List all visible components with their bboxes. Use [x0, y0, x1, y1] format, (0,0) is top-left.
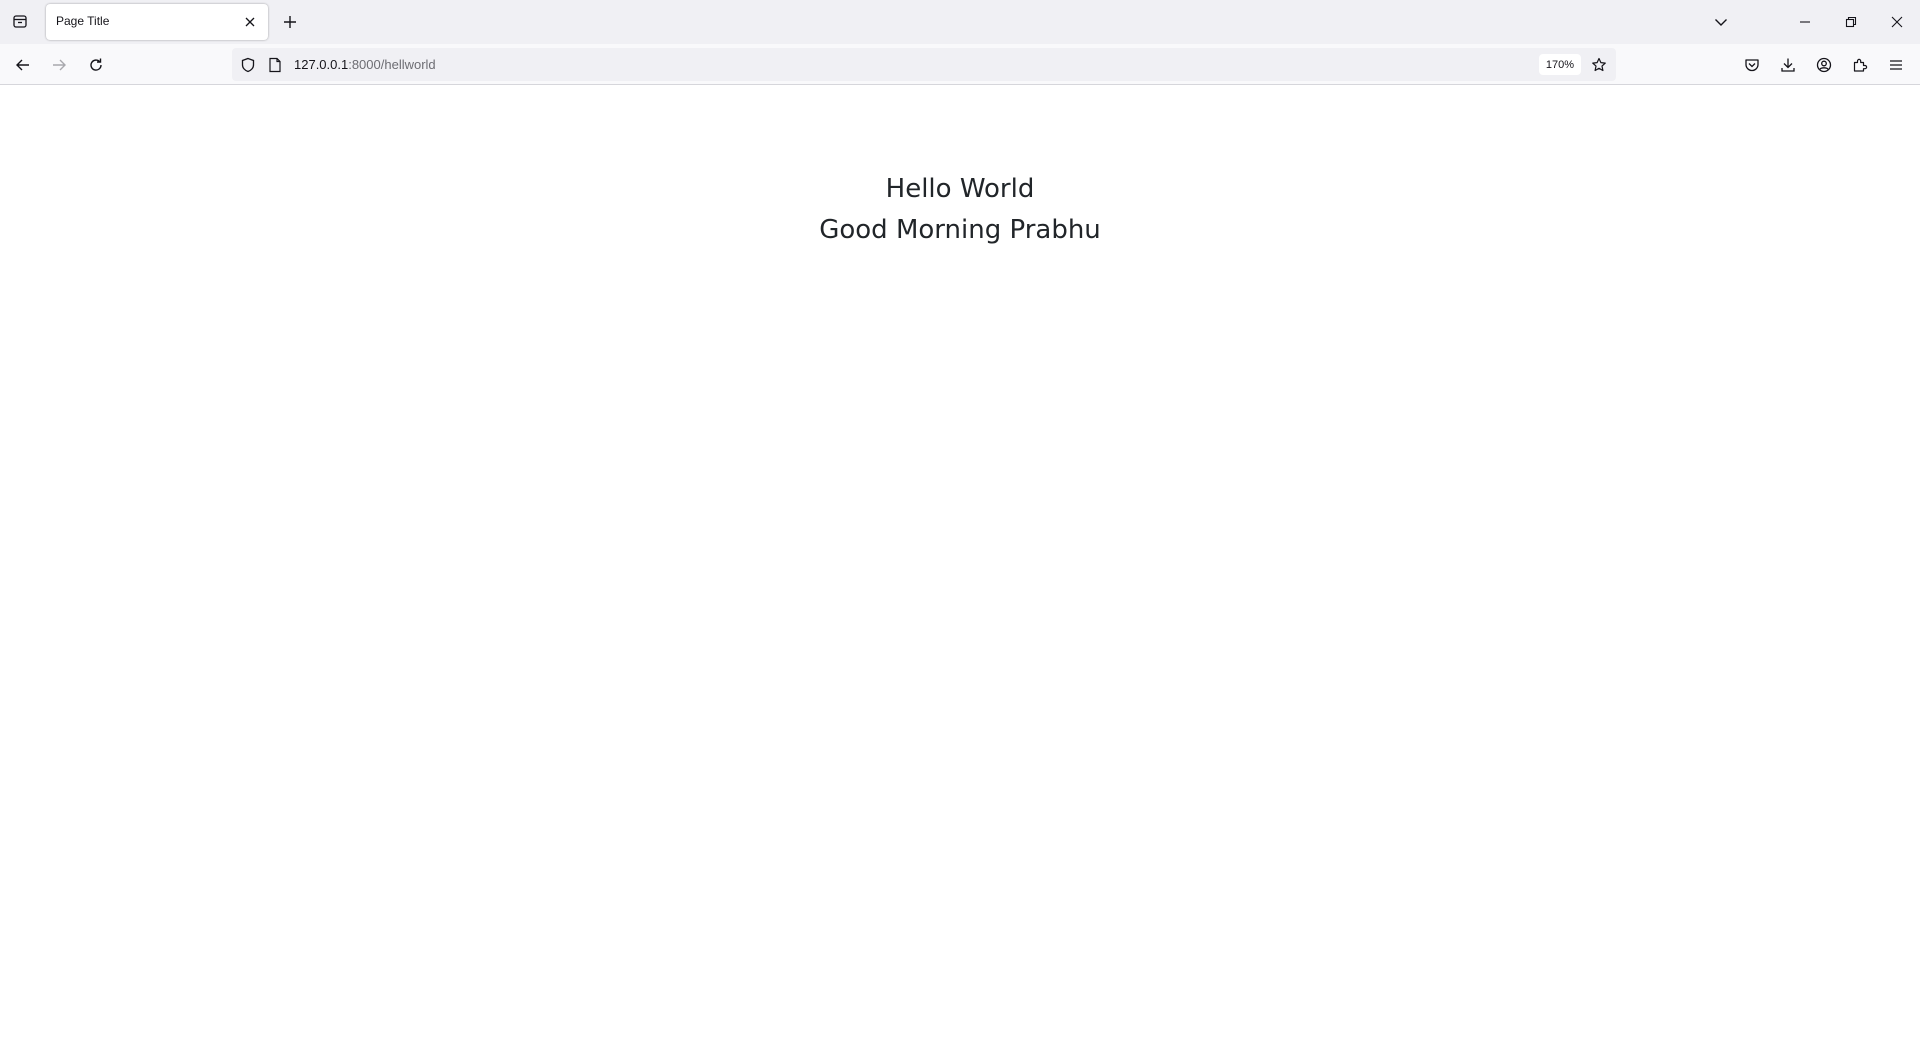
tab-strip: Page Title [0, 0, 1920, 44]
url-path: :8000/hellworld [348, 57, 436, 72]
tab-overview-icon[interactable] [6, 7, 34, 35]
reload-button[interactable] [81, 50, 111, 80]
minimize-icon [1799, 16, 1811, 28]
page-icon[interactable] [266, 56, 284, 74]
forward-button[interactable] [44, 50, 74, 80]
tab-title: Page Title [56, 14, 110, 28]
navigation-toolbar: 127.0.0.1:8000/hellworld 170% [0, 44, 1920, 85]
download-icon[interactable] [1774, 51, 1802, 79]
url-host: 127.0.0.1 [294, 57, 349, 72]
hello-world-text: Hello World [885, 174, 1035, 204]
list-all-tabs-button[interactable] [1706, 8, 1736, 36]
puzzle-icon[interactable] [1846, 51, 1874, 79]
close-icon[interactable] [240, 12, 260, 32]
window-restore-button[interactable] [1828, 0, 1874, 44]
pocket-icon[interactable] [1738, 51, 1766, 79]
reload-icon [88, 57, 104, 73]
page-content: Hello World Good Morning Prabhu [0, 86, 1920, 1040]
shield-icon[interactable] [239, 56, 257, 74]
zoom-level-badge[interactable]: 170% [1539, 54, 1581, 75]
url-text[interactable]: 127.0.0.1:8000/hellworld [294, 57, 436, 72]
arrow-right-icon [51, 57, 67, 73]
hamburger-menu-icon[interactable] [1882, 51, 1910, 79]
restore-icon [1845, 16, 1857, 28]
chevron-down-icon [1714, 15, 1728, 29]
star-icon[interactable] [1588, 54, 1610, 76]
new-tab-button[interactable] [276, 8, 304, 36]
close-icon [1891, 16, 1903, 28]
address-bar[interactable]: 127.0.0.1:8000/hellworld 170% [232, 48, 1616, 81]
tab-active[interactable]: Page Title [46, 4, 268, 40]
window-minimize-button[interactable] [1782, 0, 1828, 44]
window-close-button[interactable] [1874, 0, 1920, 44]
back-button[interactable] [8, 50, 38, 80]
greeting-text: Good Morning Prabhu [819, 215, 1101, 245]
arrow-left-icon [15, 57, 31, 73]
plus-icon [283, 15, 297, 29]
account-icon[interactable] [1810, 51, 1838, 79]
